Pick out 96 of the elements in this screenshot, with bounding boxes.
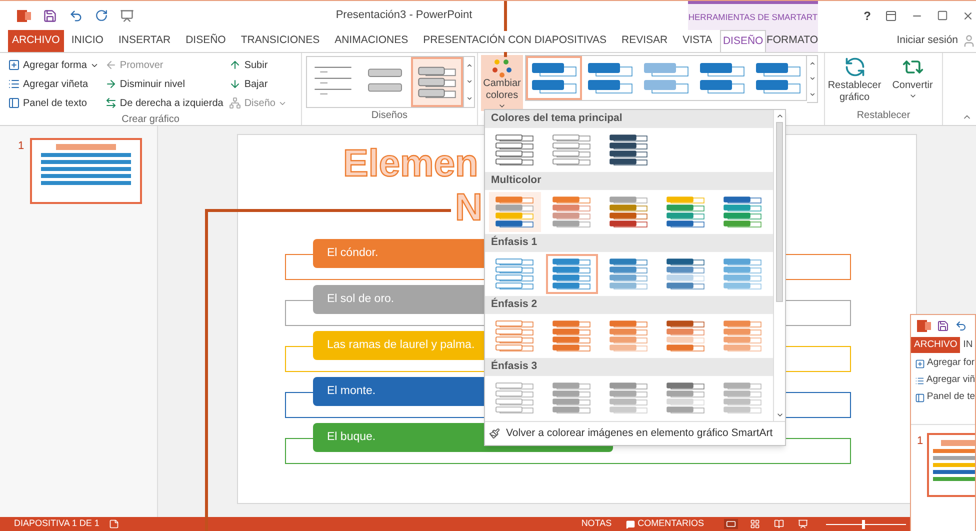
ribbon-command[interactable]: Agregar for [915,355,975,372]
maximize-icon[interactable] [937,10,948,21]
slideshow-icon[interactable] [796,519,810,529]
more-icon[interactable] [808,90,816,98]
right-arrow-icon [104,78,117,90]
slide-number: 1 [917,434,924,449]
swap-arrows-icon [104,97,117,109]
context-tools-label: HERRAMIENTAS DE SMARTART [688,10,818,24]
ribbon-large-button[interactable]: Convertir [884,56,940,108]
section-header: Colores del tema principal [485,110,773,128]
slide-title: Elemen [343,145,478,183]
scroll-up-icon[interactable] [808,60,816,68]
group-label: Diseños [370,109,409,123]
smartart-style[interactable] [526,56,582,100]
ribbon-command[interactable]: Agregar viñeta [8,75,99,93]
ribbon-tab[interactable]: ANIMACIONES [327,30,416,52]
undo-icon[interactable] [955,320,967,332]
normal-view-icon[interactable] [724,519,738,529]
ribbon-command[interactable]: Panel de texto [8,94,99,112]
scroll-up-icon[interactable] [776,112,784,120]
ribbon-tab[interactable]: FORMATO [766,30,818,52]
ribbon-options-icon[interactable] [885,10,897,22]
ribbon-tab[interactable]: PRESENTACIÓN CON DIAPOSITIVAS [416,30,614,52]
ribbon-command[interactable]: Agregar forma [8,56,99,74]
scroll-down-icon[interactable] [466,78,472,86]
zoom-thumb[interactable] [862,520,865,528]
caret-icon [498,102,506,110]
help-button[interactable]: ? [864,6,871,24]
save-icon[interactable] [43,8,57,22]
ribbon-tab[interactable]: ARCHIVO [8,30,64,52]
left-arrow-icon [104,59,117,71]
ribbon-tab[interactable]: IN [960,337,975,353]
ribbon-command[interactable]: Disminuir nivel [104,75,224,93]
section-header: Énfasis 1 [485,234,773,252]
section-header: Énfasis 2 [485,296,773,314]
slide-thumbnail[interactable] [927,433,975,497]
ribbon-tab[interactable]: DISEÑO [178,30,234,52]
ribbon-tab[interactable]: INICIO [64,30,111,52]
callout-line [504,1,507,31]
scrollbar[interactable] [773,110,785,421]
panel-icon [915,392,925,402]
comment-icon [626,520,635,528]
up-arrow-icon [229,59,242,71]
scroll-down-icon[interactable] [808,75,816,82]
ribbon-command[interactable]: Subir [229,56,288,74]
more-icon[interactable] [466,95,472,102]
section-header: Énfasis 3 [485,358,773,376]
ribbon-large-button[interactable]: Restablecer gráfico [826,56,882,108]
ribbon-tab[interactable]: VISTA [675,30,720,52]
panel-icon [8,97,20,109]
scroll-down-icon[interactable] [776,411,784,419]
add-shape-icon [8,59,20,71]
ribbon-command[interactable]: De derecha a izquierda [104,94,224,112]
reading-view-icon[interactable] [772,519,786,529]
app-logo-icon [917,319,931,333]
ribbon-tab[interactable]: INSERTAR [110,30,178,52]
redo-icon[interactable] [95,9,108,22]
undo-icon[interactable] [69,8,83,22]
list-icon [915,376,924,386]
app-logo-icon [17,8,31,22]
ribbon-command[interactable]: Panel de te [915,389,975,406]
ribbon-tab[interactable]: DISEÑO [720,30,766,52]
caret-icon [908,92,916,100]
slide-thumbnail[interactable] [30,138,142,204]
ribbon-command[interactable]: Agregar viñ [915,372,975,389]
change-colors-button[interactable]: Cambiar colores [481,55,523,111]
add-shape-icon [915,358,925,368]
grid-view-icon[interactable] [748,519,762,529]
slide-number: 1 [18,139,24,154]
proofing-icon[interactable] [109,519,120,529]
color-swatch[interactable] [546,254,598,294]
ribbon-tab[interactable]: TRANSICIONES [233,30,328,52]
close-icon[interactable] [962,10,974,22]
down-arrow-icon [229,78,242,90]
layout-option[interactable] [411,57,463,107]
presentation-icon[interactable] [120,8,134,22]
ribbon-command[interactable]: Bajar [229,75,288,93]
slide-counter: DIAPOSITIVA 1 DE 1 [14,517,100,530]
recolor-pictures-option[interactable]: Volver a colorear imágenes en elemento gráfico SmartArt [485,421,785,445]
recolor-icon [489,428,500,439]
reset-graphic-icon [844,56,866,78]
section-header: Multicolor [485,172,773,190]
scroll-up-icon[interactable] [466,62,472,69]
notes-button[interactable]: NOTAS [581,517,612,531]
sign-in-link[interactable]: Iniciar sesión [896,33,958,49]
palette-dots-icon [491,58,513,78]
ribbon-tab[interactable]: ARCHIVO [911,337,960,353]
color-swatch[interactable] [489,192,541,232]
comments-button[interactable]: COMENTARIOS [626,517,704,531]
window-title: Presentación3 - PowerPoint [336,8,472,24]
slide-title: N [455,189,482,227]
group-label: Crear gráfico [120,113,180,127]
ribbon-tab[interactable]: REVISAR [614,30,676,52]
group-label: Restablecer [856,109,912,123]
save-icon[interactable] [937,320,949,332]
hierarchy-icon [229,97,242,109]
